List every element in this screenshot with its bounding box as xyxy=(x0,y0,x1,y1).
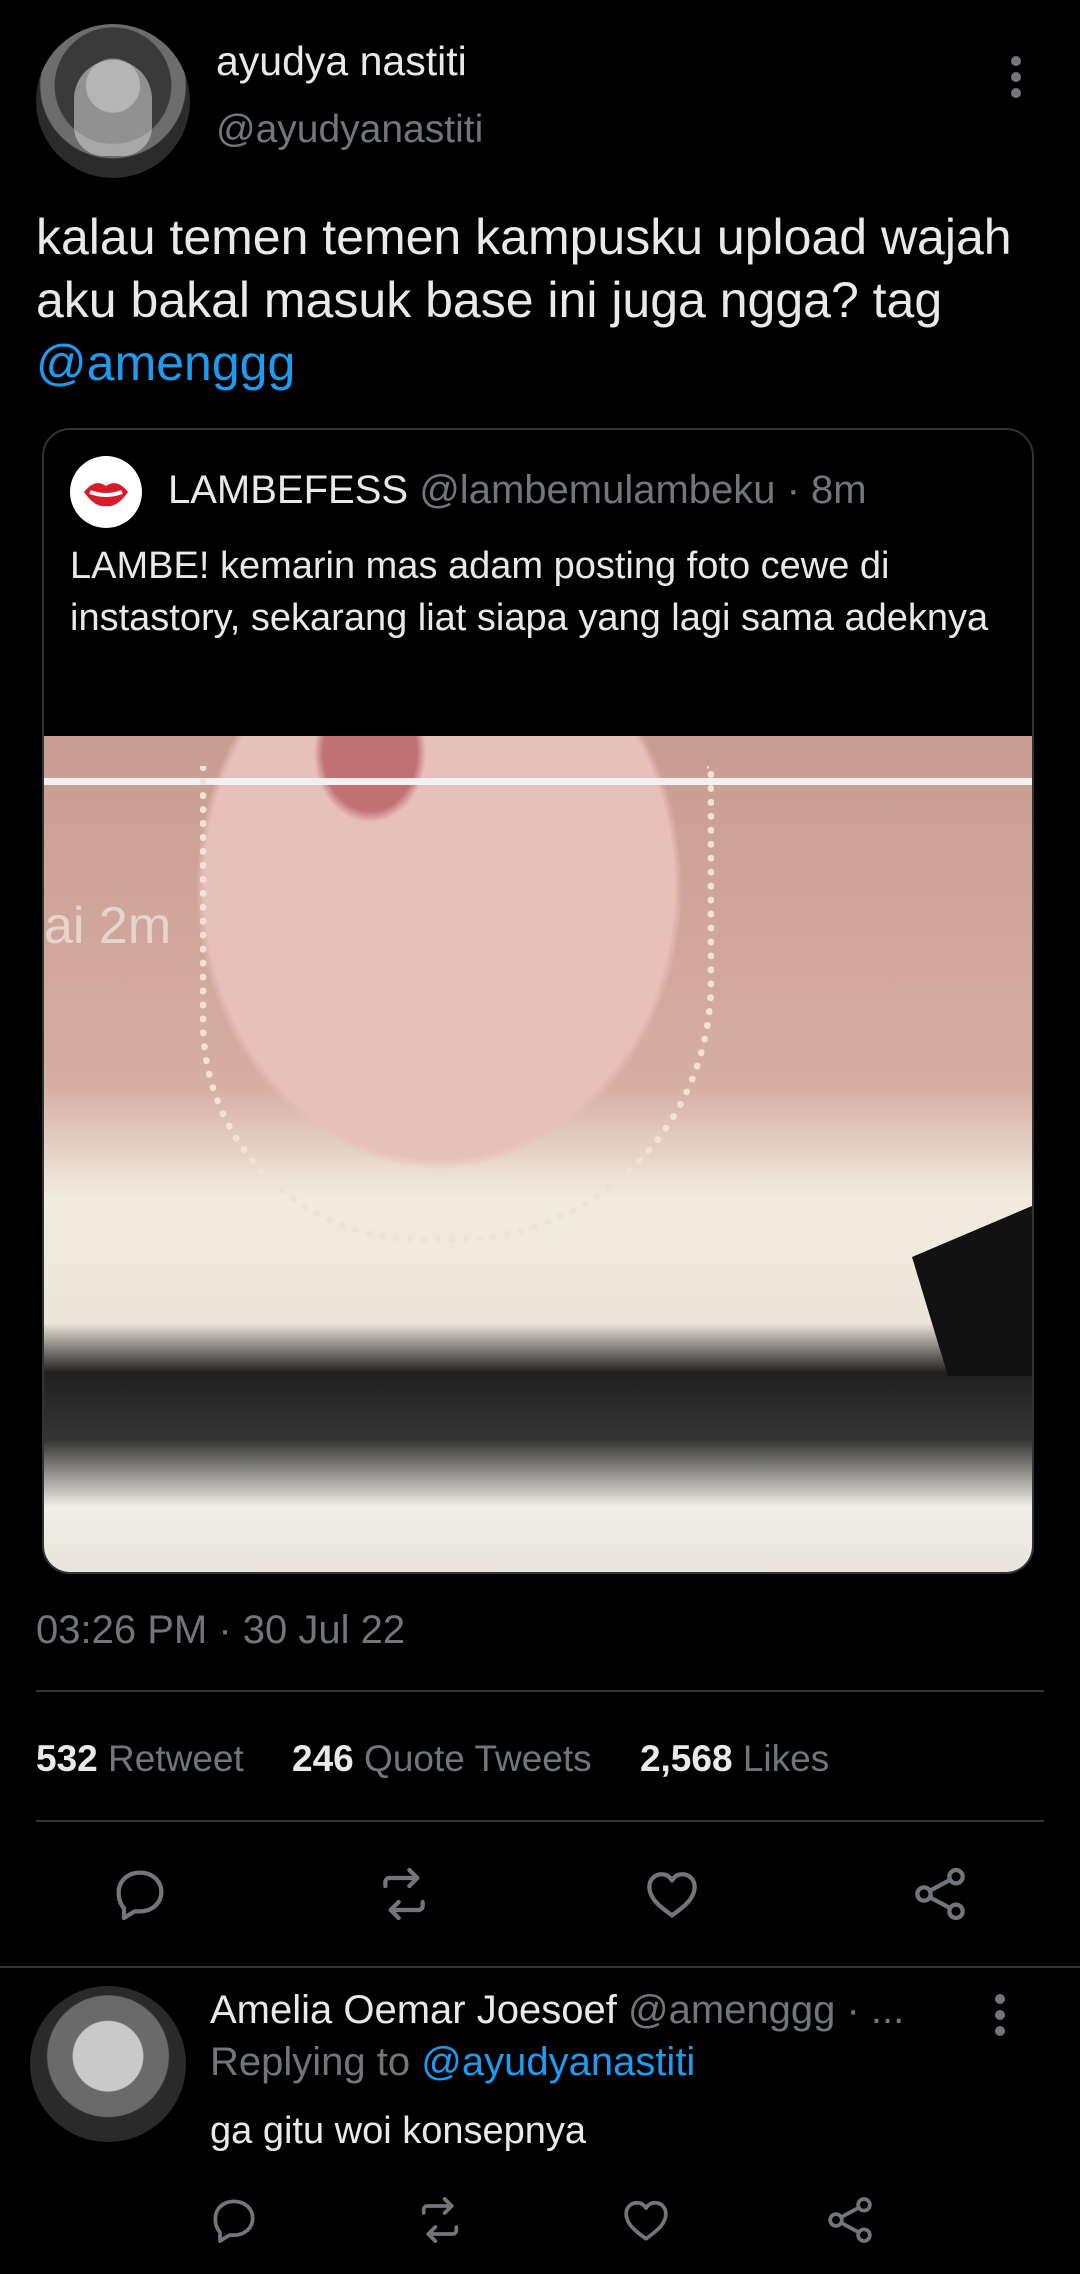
reply-header: Amelia Oemar Joesoef @amenggg · ... xyxy=(210,1988,904,2033)
story-time-overlay: ai 2m xyxy=(44,897,172,955)
quote-image[interactable]: ai 2m xyxy=(44,736,1032,1572)
reply-text: ga gitu woi konsepnya xyxy=(210,2110,587,2152)
retweet-icon[interactable] xyxy=(372,1862,436,1926)
reply-icon[interactable] xyxy=(108,1862,172,1926)
reply-reply-icon[interactable] xyxy=(206,2192,262,2248)
author-handle[interactable]: @ayudyanastiti xyxy=(216,108,483,152)
quote-avatar[interactable] xyxy=(70,456,142,528)
tweet-body: kalau temen temen kampusku upload wajah … xyxy=(36,209,1012,328)
stats-divider-top xyxy=(36,1690,1044,1692)
reply-author-name[interactable]: Amelia Oemar Joesoef xyxy=(210,1988,617,2032)
necklace-graphic xyxy=(200,766,714,1243)
like-label: Likes xyxy=(742,1738,830,1779)
like-count-link[interactable]: 2,568 Likes xyxy=(640,1738,867,1779)
author-name[interactable]: ayudya nastiti xyxy=(216,38,467,85)
quote-text: LAMBE! kemarin mas adam posting foto cew… xyxy=(70,545,989,639)
reply-divider xyxy=(0,1966,1080,1968)
reply-avatar[interactable] xyxy=(30,1986,186,2142)
reply-author-meta[interactable]: @amenggg · ... xyxy=(628,1988,904,2032)
reply-share-icon[interactable] xyxy=(822,2192,878,2248)
quote-header: LAMBEFESS @lambemulambeku · 8m xyxy=(168,468,867,513)
lips-logo-icon xyxy=(84,483,128,507)
reply-more-icon[interactable] xyxy=(980,1990,1020,2040)
like-count: 2,568 xyxy=(639,1738,733,1779)
replying-to-label: Replying to xyxy=(210,2040,422,2084)
stats-divider-bottom xyxy=(36,1820,1044,1822)
retweet-count: 532 xyxy=(36,1738,98,1779)
tweet-text: kalau temen temen kampusku upload wajah … xyxy=(36,206,1036,395)
reply-retweet-icon[interactable] xyxy=(412,2192,468,2248)
quote-count-link[interactable]: 246 Quote Tweets xyxy=(292,1738,630,1779)
share-icon[interactable] xyxy=(908,1862,972,1926)
quote-count: 246 xyxy=(292,1738,354,1779)
retweet-label: Retweet xyxy=(108,1738,244,1779)
like-icon[interactable] xyxy=(640,1862,704,1926)
author-avatar[interactable] xyxy=(36,24,190,178)
tweet-timestamp: 03:26 PM · 30 Jul 22 xyxy=(36,1608,406,1652)
quote-author-meta[interactable]: @lambemulambeku · 8m xyxy=(419,468,866,512)
sweater-stripe-graphic xyxy=(912,1206,1032,1376)
tweet-stats: 532 Retweet 246 Quote Tweets 2,568 Likes xyxy=(36,1738,867,1780)
reply-like-icon[interactable] xyxy=(618,2192,674,2248)
more-icon[interactable] xyxy=(996,52,1036,102)
replying-to-handle[interactable]: @ayudyanastiti xyxy=(421,2040,695,2084)
retweet-count-link[interactable]: 532 Retweet xyxy=(36,1738,282,1779)
quote-author-name[interactable]: LAMBEFESS xyxy=(168,468,408,512)
replying-to: Replying to @ayudyanastiti xyxy=(210,2040,695,2085)
quote-label: Quote Tweets xyxy=(364,1738,592,1779)
quoted-tweet-card[interactable]: LAMBEFESS @lambemulambeku · 8m LAMBE! ke… xyxy=(42,428,1034,1574)
tweet-mention-link[interactable]: @amenggg xyxy=(36,335,295,391)
